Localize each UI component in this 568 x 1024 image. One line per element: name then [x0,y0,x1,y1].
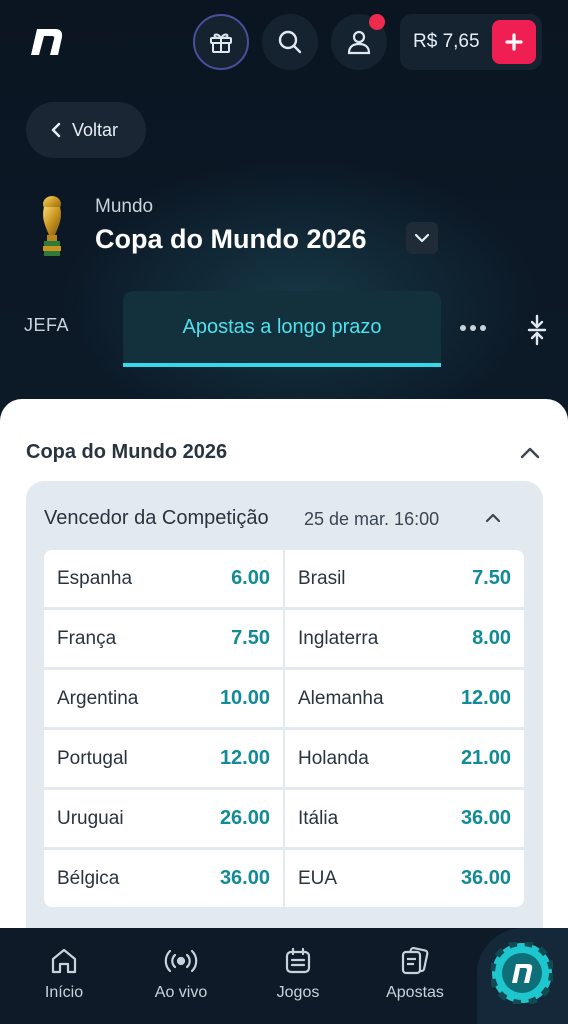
selection-odd: 36.00 [219,867,270,889]
markets-panel: Copa do Mundo 2026 Vencedor da Competiçã… [0,399,568,951]
market-chevron-up-icon[interactable] [482,509,504,527]
selection-name: EUA [298,867,338,889]
chevron-up-icon[interactable] [518,443,542,463]
casino-chip-button[interactable] [477,928,568,1024]
plus-icon [505,33,523,51]
selection-cell[interactable]: EUA 36.00 [285,850,524,907]
selection-odd: 36.00 [460,807,511,829]
selection-odd: 7.50 [472,567,511,589]
account-button[interactable] [331,14,387,70]
selection-cell[interactable]: Bélgica 36.00 [44,850,283,907]
selection-odd: 36.00 [460,867,511,889]
selection-cell[interactable]: Uruguai 26.00 [44,790,283,847]
gift-button[interactable] [193,14,249,70]
nav-live-label: Ao vivo [154,984,208,1001]
selection-name: Uruguai [57,807,124,829]
nav-live[interactable]: Ao vivo [131,946,231,1002]
trophy-icon [36,195,68,257]
casino-chip-icon [491,942,553,1004]
selection-name: Alemanha [298,687,384,709]
chevron-left-icon [51,122,61,138]
section-title: Copa do Mundo 2026 [26,441,228,463]
search-button[interactable] [262,14,318,70]
tab-long-term-bets[interactable]: Apostas a longo prazo [123,291,441,367]
tab-uefa[interactable]: JEFA [24,315,69,336]
live-icon [164,949,198,973]
bet-slip-icon [401,947,429,975]
competition-region: Mundo [95,196,154,217]
market-title: Vencedor da Competição [44,507,269,529]
market-date: 25 de mar. 16:00 [304,509,440,529]
selection-name: Bélgica [57,867,120,889]
balance-amount: R$ 7,65 [413,31,480,52]
selection-name: França [57,627,117,649]
nav-games-label: Jogos [276,984,320,1001]
selection-cell[interactable]: Espanha 6.00 [44,550,283,607]
selection-cell[interactable]: Argentina 10.00 [44,670,283,727]
selection-name: Itália [298,807,339,829]
selection-name: Espanha [57,567,133,589]
selection-name: Brasil [298,567,346,589]
selection-odd: 6.00 [231,567,270,589]
calendar-icon [285,947,311,974]
home-icon [51,948,77,974]
competition-title: Copa do Mundo 2026 [95,224,367,254]
gift-icon [210,33,232,53]
selection-odd: 7.50 [231,627,270,649]
selection-cell[interactable]: Portugal 12.00 [44,730,283,787]
collapse-all-icon[interactable] [526,314,548,346]
chevron-down-icon [414,233,430,243]
selection-name: Argentina [57,687,139,709]
selection-cell[interactable]: Itália 36.00 [285,790,524,847]
selection-cell[interactable]: Holanda 21.00 [285,730,524,787]
competition-dropdown-button[interactable] [406,222,438,254]
deposit-button[interactable] [492,20,536,64]
selection-cell[interactable]: França 7.50 [44,610,283,667]
selection-odd: 12.00 [460,687,511,709]
nav-home-label: Início [44,984,84,1001]
back-label: Voltar [72,119,119,140]
selection-odd: 8.00 [472,627,511,649]
nav-home[interactable]: Início [14,946,114,1002]
back-button[interactable]: Voltar [26,102,146,158]
selection-name: Holanda [298,747,369,769]
selections-grid: Espanha 6.00 Brasil 7.50 França 7.50 Ing… [44,550,524,907]
market-card: Vencedor da Competição 25 de mar. 16:00 … [26,481,543,951]
notification-dot [369,14,385,30]
selection-odd: 10.00 [219,687,270,709]
nav-games[interactable]: Jogos [248,946,348,1002]
selection-cell[interactable]: Alemanha 12.00 [285,670,524,727]
selection-cell[interactable]: Inglaterra 8.00 [285,610,524,667]
search-icon [278,30,302,54]
balance-box[interactable]: R$ 7,65 [400,14,542,70]
brand-logo[interactable] [28,22,66,60]
bottom-nav: Início Ao vivo Jogos Apostas [0,928,568,1024]
selection-name: Portugal [57,747,128,769]
selection-name: Inglaterra [298,627,379,649]
more-icon[interactable] [458,318,488,338]
selection-odd: 12.00 [219,747,270,769]
selection-odd: 21.00 [460,747,511,769]
nav-bets-label: Apostas [386,984,444,1001]
selection-cell[interactable]: Brasil 7.50 [285,550,524,607]
user-icon [347,30,371,55]
nav-bets[interactable]: Apostas [365,946,465,1002]
selection-odd: 26.00 [219,807,270,829]
